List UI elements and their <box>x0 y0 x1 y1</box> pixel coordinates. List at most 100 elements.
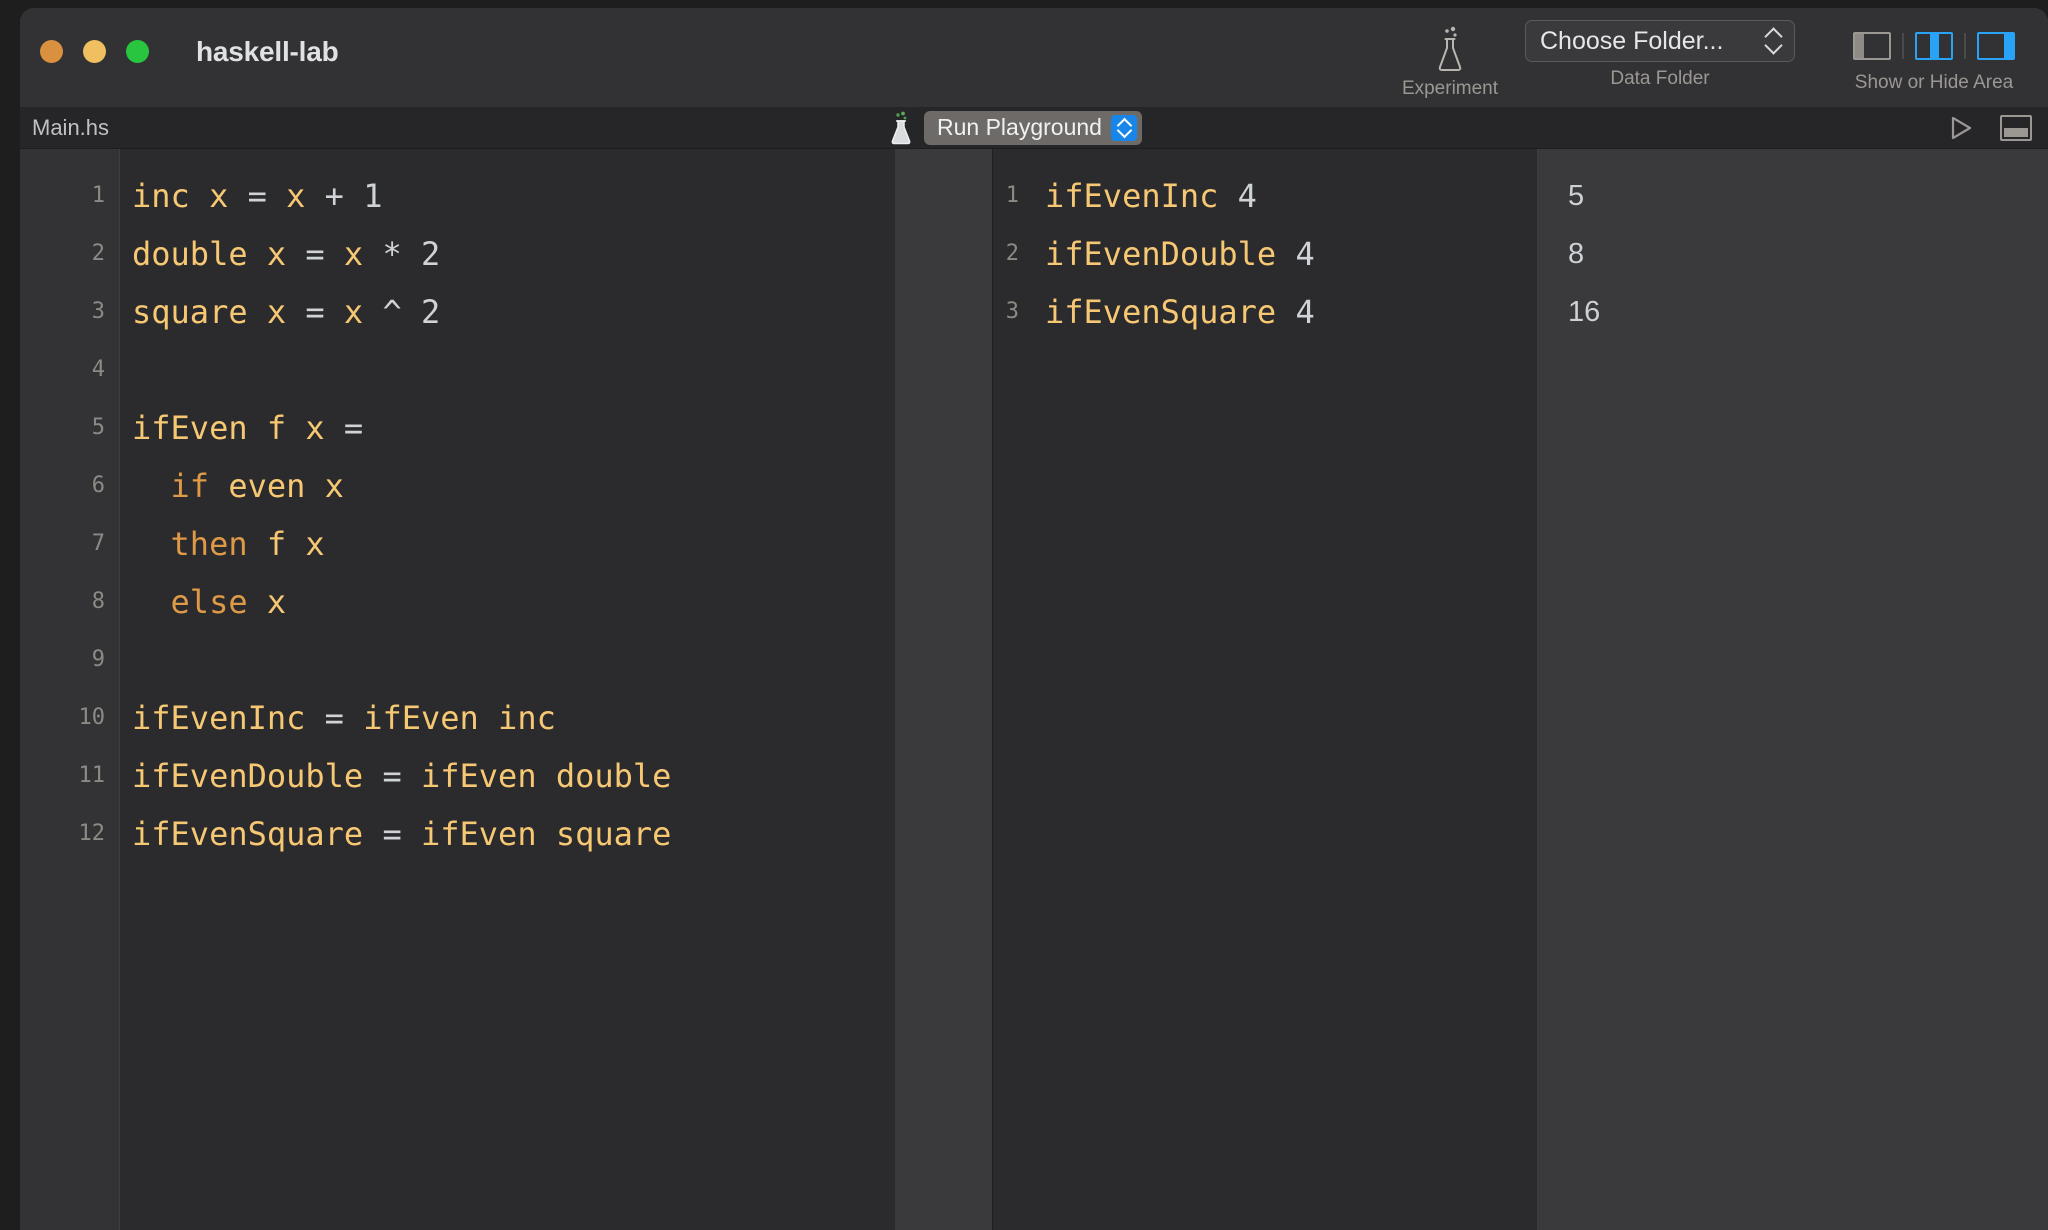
editor-line-number: 12 <box>78 821 106 846</box>
code-token: = <box>343 409 364 447</box>
editor-line-number: 2 <box>91 241 105 266</box>
window-title: haskell-lab <box>196 36 339 67</box>
code-token: x <box>266 293 287 331</box>
playground-code-area[interactable]: ifEvenInc 4 ifEvenDouble 4 ifEvenSquare 4 <box>1033 149 1538 1230</box>
playground-results-column: 5 8 16 <box>1538 149 2048 1230</box>
code-line: inc x = x + 1 <box>132 167 895 225</box>
zoom-window-button[interactable] <box>126 40 149 63</box>
toggle-center-panel-button[interactable] <box>1904 26 1964 66</box>
console-bar-icon <box>2004 127 2028 137</box>
code-token: ifEven <box>420 815 537 853</box>
run-button[interactable] <box>1948 115 1974 141</box>
pane-splitter[interactable] <box>895 149 993 1230</box>
code-token: x <box>343 293 364 331</box>
code-token: x <box>305 409 325 447</box>
code-token: ifEvenInc <box>132 699 306 737</box>
code-token: ifEven <box>420 757 537 795</box>
editor-line-number: 4 <box>91 357 105 382</box>
flask-icon <box>1434 26 1466 72</box>
code-token: 1 <box>363 177 383 215</box>
playground-line-number: 2 <box>1005 241 1019 266</box>
playground-pane: 123 ifEvenInc 4 ifEvenDouble 4 ifEvenSquar… <box>993 149 2048 1230</box>
code-token: then <box>170 525 248 563</box>
console-toggle-button[interactable] <box>2000 114 2032 141</box>
main-content: 1 2 3 4 5 6 7 8 9 10 11 12 inc x = x + 1 double x = … <box>20 149 2048 1230</box>
code-token: ifEvenInc <box>1045 177 1219 215</box>
code-token: 4 <box>1295 235 1315 273</box>
playground-header: Run Playground <box>880 107 2048 148</box>
flask-icon <box>888 111 914 145</box>
playground-actions <box>1948 114 2048 141</box>
code-token: f <box>266 525 287 563</box>
playground-line-number: 3 <box>1005 299 1019 324</box>
chevron-up-down-icon[interactable] <box>1110 114 1137 141</box>
code-token: inc <box>132 177 190 215</box>
close-window-button[interactable] <box>40 40 63 63</box>
code-line: ifEvenDouble 4 <box>1045 225 1537 283</box>
toolbar-data-folder: Choose Folder... Data Folder <box>1520 20 1800 90</box>
code-token: even <box>228 467 306 505</box>
editor-line-number: 7 <box>91 531 105 556</box>
code-line: if even x <box>132 457 895 515</box>
code-token: 4 <box>1295 293 1315 331</box>
code-token: x <box>286 177 306 215</box>
choose-folder-label: Choose Folder... <box>1540 26 1724 55</box>
toggle-right-panel-button[interactable] <box>1966 26 2026 66</box>
playground-line-number: 1 <box>1005 183 1019 208</box>
minimize-window-button[interactable] <box>83 40 106 63</box>
toggle-left-panel-button[interactable] <box>1842 26 1902 66</box>
choose-folder-button[interactable]: Choose Folder... <box>1525 20 1795 62</box>
code-token: ifEvenSquare <box>1045 293 1277 331</box>
source-editor-pane: 1 2 3 4 5 6 7 8 9 10 11 12 inc x = x + 1 double x = … <box>20 149 895 1230</box>
code-token: x <box>266 235 287 273</box>
code-token: ifEven <box>132 409 248 447</box>
editor-line-number: 10 <box>78 705 106 730</box>
app-window: haskell-lab Experiment Choose Folder... … <box>20 8 2048 1230</box>
code-line: ifEvenDouble = ifEven double <box>132 747 895 805</box>
code-token: * <box>382 235 402 273</box>
code-token: = <box>305 293 325 331</box>
code-token: = <box>247 177 267 215</box>
editor-line-number: 8 <box>91 589 105 614</box>
editor-code-area[interactable]: inc x = x + 1 double x = x * 2 square x = … <box>120 149 895 1230</box>
right-panel-icon <box>1977 32 2015 60</box>
code-line: ifEvenInc 4 <box>1045 167 1537 225</box>
code-token: x <box>209 177 229 215</box>
code-token: ifEvenSquare <box>132 815 364 853</box>
file-tab[interactable]: Main.hs <box>20 115 880 141</box>
code-token: x <box>343 235 364 273</box>
editor-header-bar: Main.hs Run Playground <box>20 107 2048 149</box>
code-line: ifEvenInc = ifEven inc <box>132 689 895 747</box>
editor-line-number: 9 <box>91 647 105 672</box>
chevron-up-down-icon[interactable] <box>1766 28 1782 54</box>
code-token: x <box>324 467 344 505</box>
code-token: else <box>170 583 248 621</box>
run-mode-popup-button[interactable]: Run Playground <box>924 110 1142 145</box>
editor-line-number: 3 <box>91 299 105 324</box>
